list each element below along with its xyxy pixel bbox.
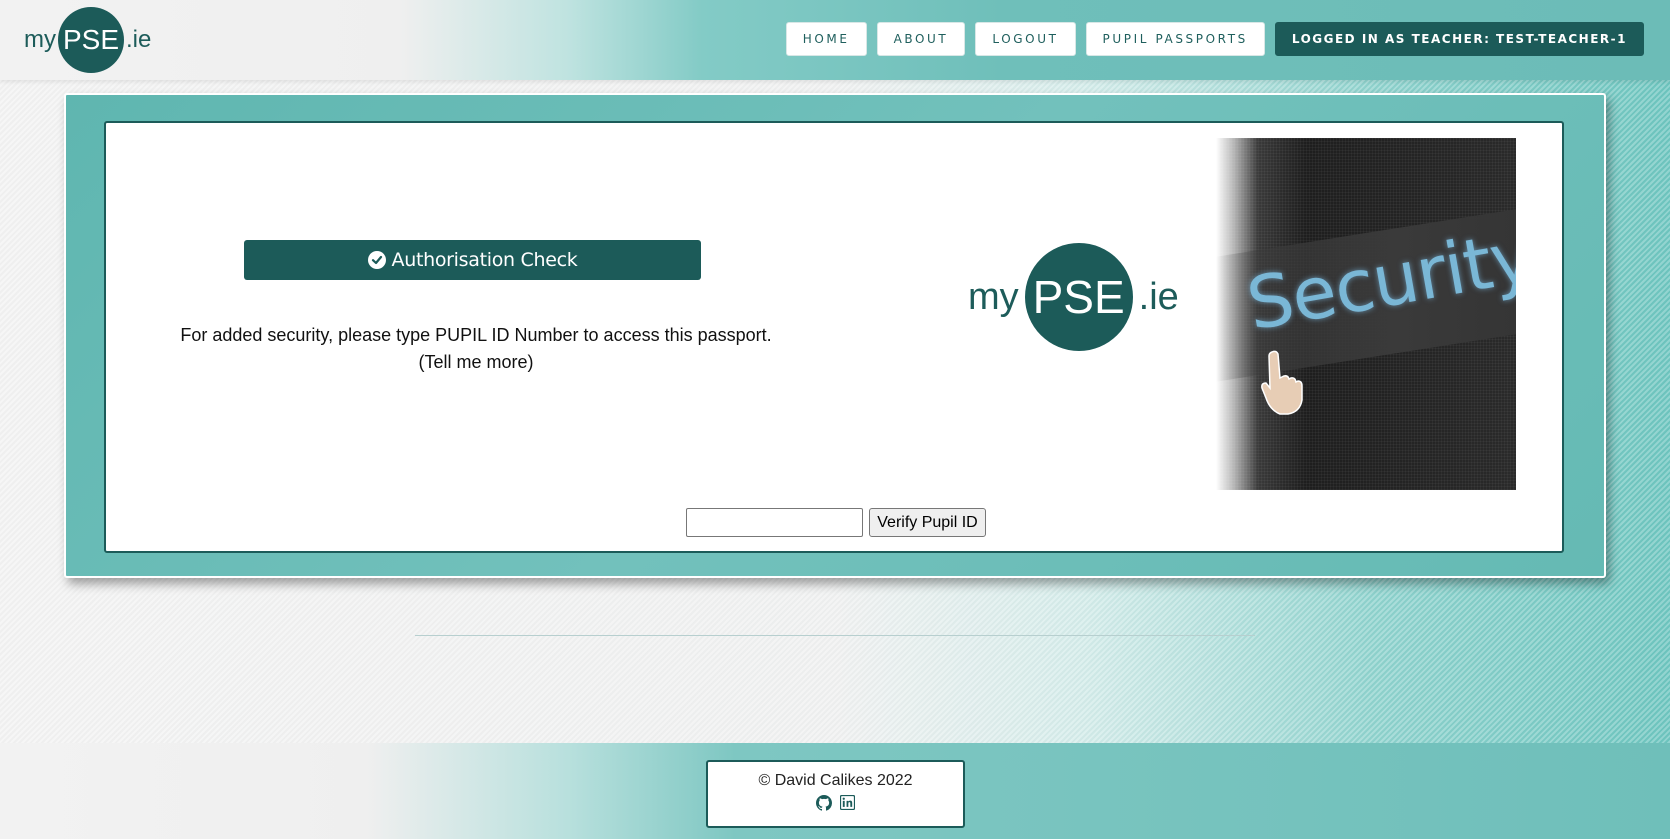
authorisation-check-title: Authorisation Check	[391, 249, 578, 271]
logged-in-teacher-badge[interactable]: LOGGED IN AS TEACHER: TEST-TEACHER-1	[1274, 22, 1644, 56]
auth-card: Authorisation Check For added security, …	[104, 121, 1564, 553]
logo-my: my	[24, 26, 56, 53]
auth-card-outer: Authorisation Check For added security, …	[64, 93, 1606, 578]
verify-pupil-id-button[interactable]: Verify Pupil ID	[869, 508, 986, 537]
logo-ie: .ie	[1138, 275, 1179, 318]
social-links	[708, 794, 963, 816]
divider	[415, 635, 1255, 636]
linkedin-icon[interactable]	[839, 794, 856, 816]
tell-me-more-link[interactable]: (Tell me more)	[146, 349, 806, 376]
site-header: my PSE .ie HOME ABOUT LOGOUT PUPIL PASSP…	[0, 0, 1670, 80]
footer: © David Calikes 2022	[706, 760, 965, 828]
check-circle-icon	[367, 251, 386, 269]
pointer-hand-icon	[1258, 348, 1308, 423]
nav-logout-button[interactable]: LOGOUT	[975, 22, 1076, 56]
logo-my: my	[968, 275, 1019, 318]
security-info: For added security, please type PUPIL ID…	[146, 322, 806, 376]
header-logo[interactable]: my PSE .ie	[24, 7, 151, 73]
logo-pse-circle: PSE	[58, 7, 124, 73]
nav-about-button[interactable]: ABOUT	[876, 22, 966, 56]
security-info-text: For added security, please type PUPIL ID…	[180, 325, 772, 345]
copyright-text: © David Calikes 2022	[758, 772, 913, 789]
github-icon[interactable]	[816, 795, 833, 816]
card-logo: my PSE .ie	[968, 243, 1179, 351]
main-nav: HOME ABOUT LOGOUT PUPIL PASSPORTS LOGGED…	[785, 22, 1644, 56]
authorisation-check-banner: Authorisation Check	[244, 240, 701, 280]
logo-pse-circle: PSE	[1024, 243, 1133, 351]
nav-pupil-passports-button[interactable]: PUPIL PASSPORTS	[1085, 22, 1265, 56]
logo-ie: .ie	[126, 26, 152, 53]
security-image: Security	[1216, 138, 1516, 490]
nav-home-button[interactable]: HOME	[785, 22, 867, 56]
pupil-id-input[interactable]	[686, 508, 863, 537]
